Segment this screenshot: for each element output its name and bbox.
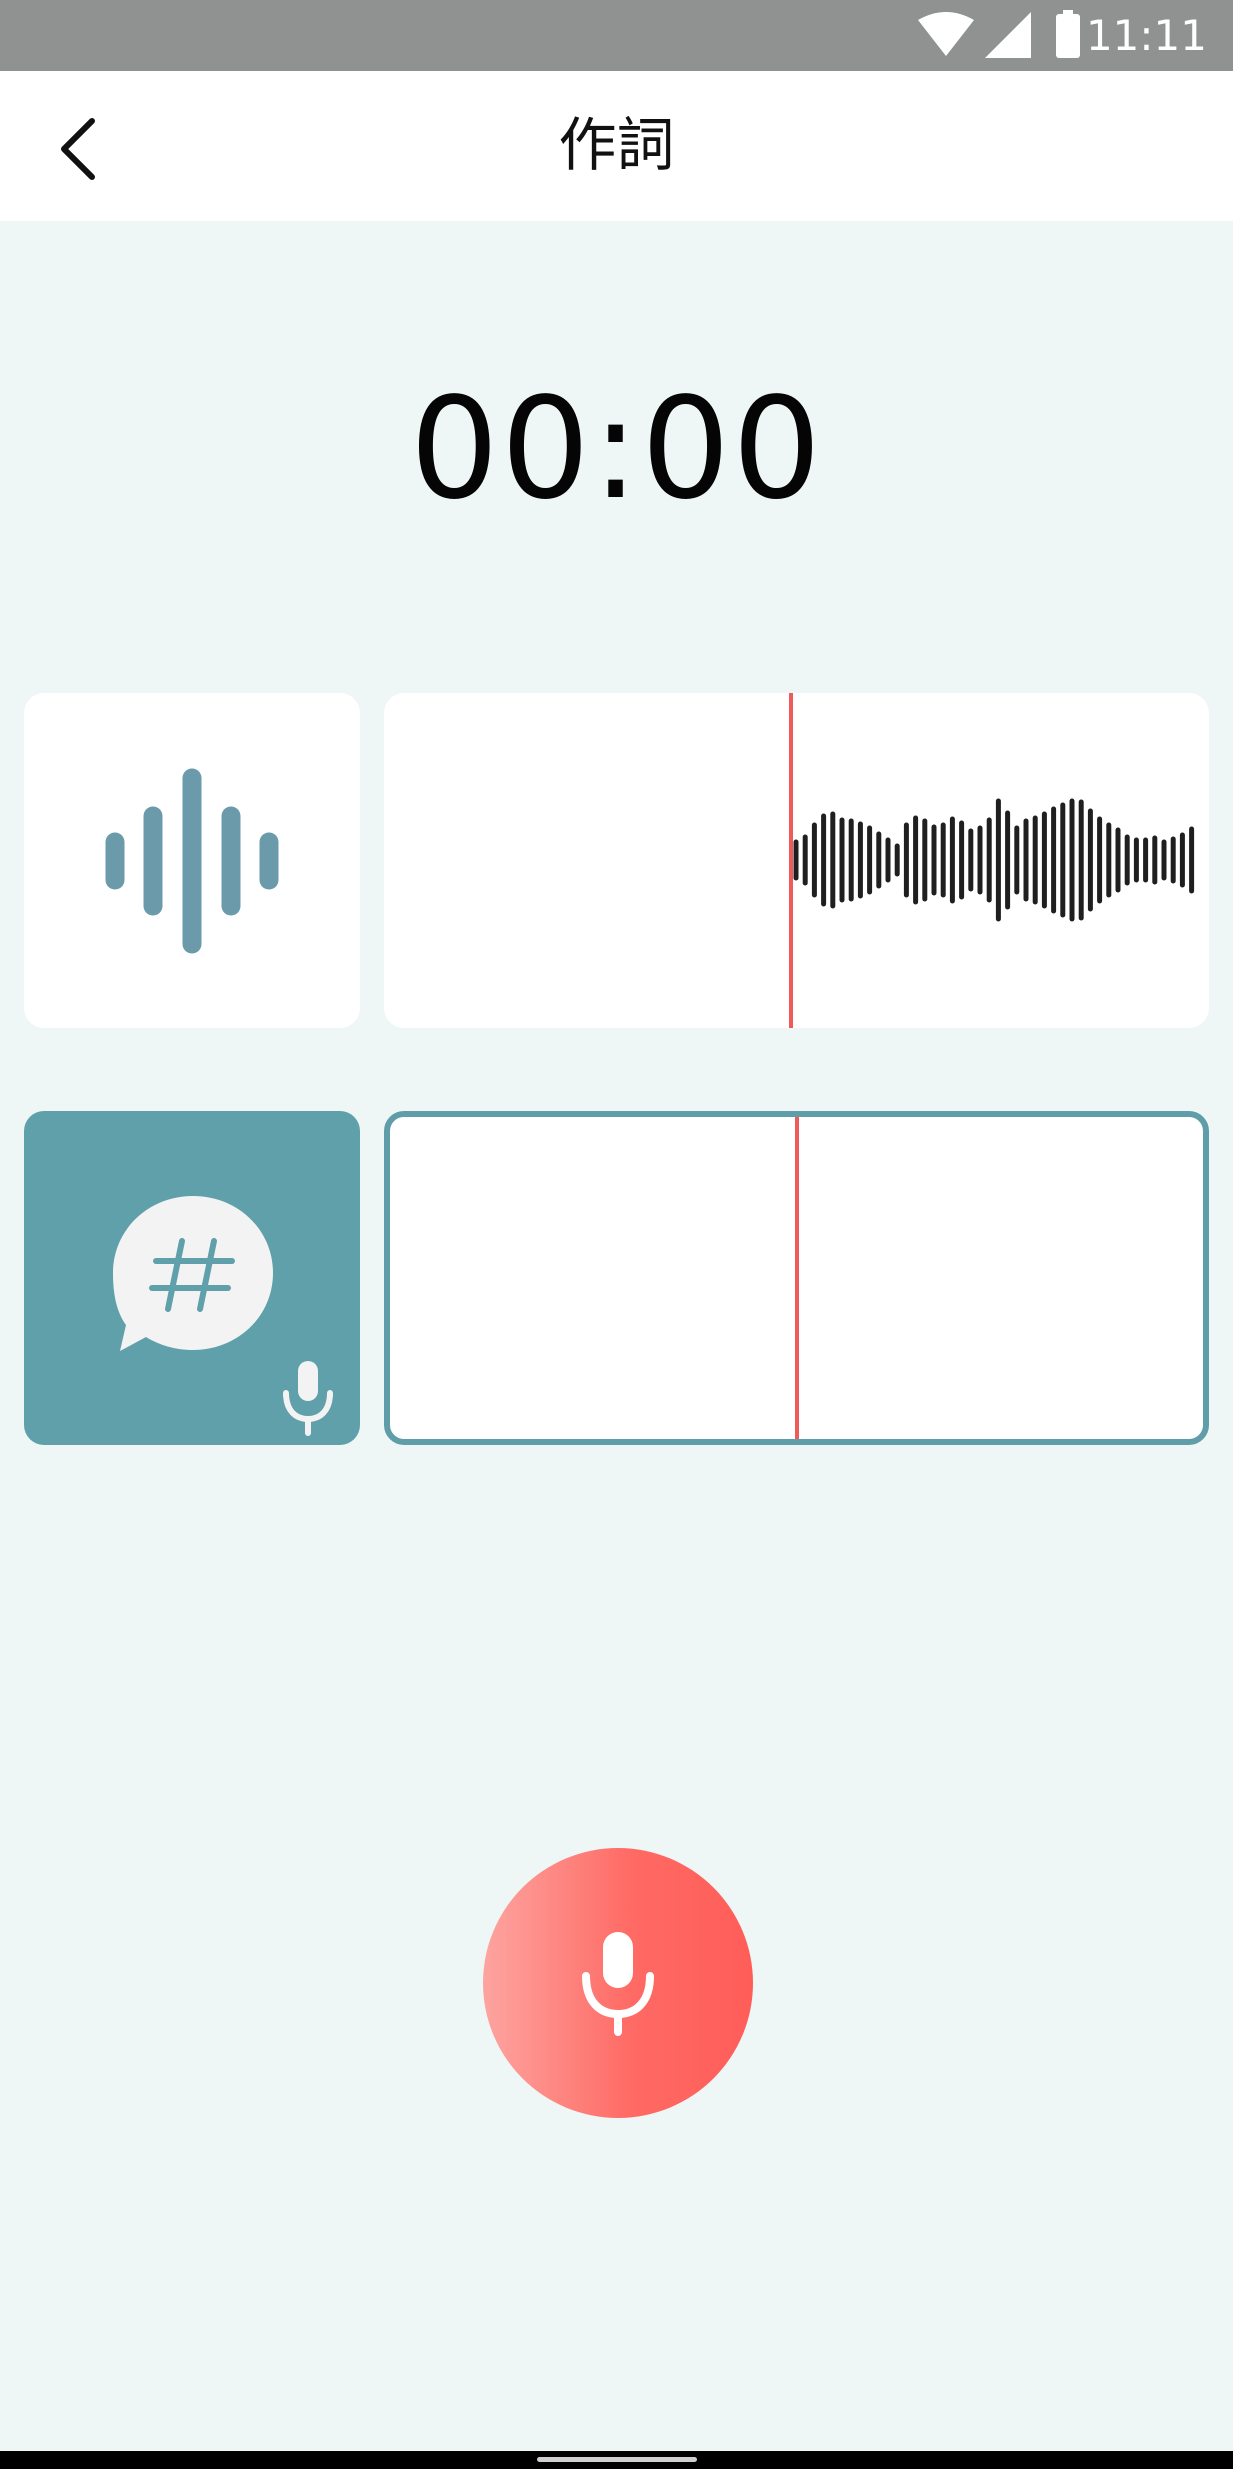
app-bar: 作詞 [0, 71, 1233, 221]
wifi-icon [918, 12, 974, 56]
record-button[interactable] [483, 1848, 753, 2118]
audio-waveform[interactable] [384, 693, 1209, 1028]
home-indicator[interactable] [537, 2457, 697, 2462]
microphone-icon [283, 1361, 333, 1436]
status-bar: 11:11 [0, 0, 1233, 71]
system-navigation-bar [0, 2451, 1233, 2469]
cellular-signal-icon [985, 12, 1031, 58]
playhead[interactable] [795, 1117, 799, 1439]
sound-wave-icon [105, 768, 279, 953]
playhead[interactable] [789, 693, 793, 1028]
status-time: 11:11 [1085, 11, 1207, 60]
waveform-graphic [793, 798, 1195, 922]
page-title: 作詞 [558, 111, 675, 179]
lyrics-track-area[interactable] [384, 1111, 1209, 1445]
lyrics-track-button[interactable] [24, 1111, 360, 1445]
battery-icon [1056, 10, 1080, 58]
audio-track-button[interactable] [24, 693, 360, 1028]
recording-timer: 00:00 [409, 368, 824, 531]
microphone-icon [582, 1932, 654, 2036]
